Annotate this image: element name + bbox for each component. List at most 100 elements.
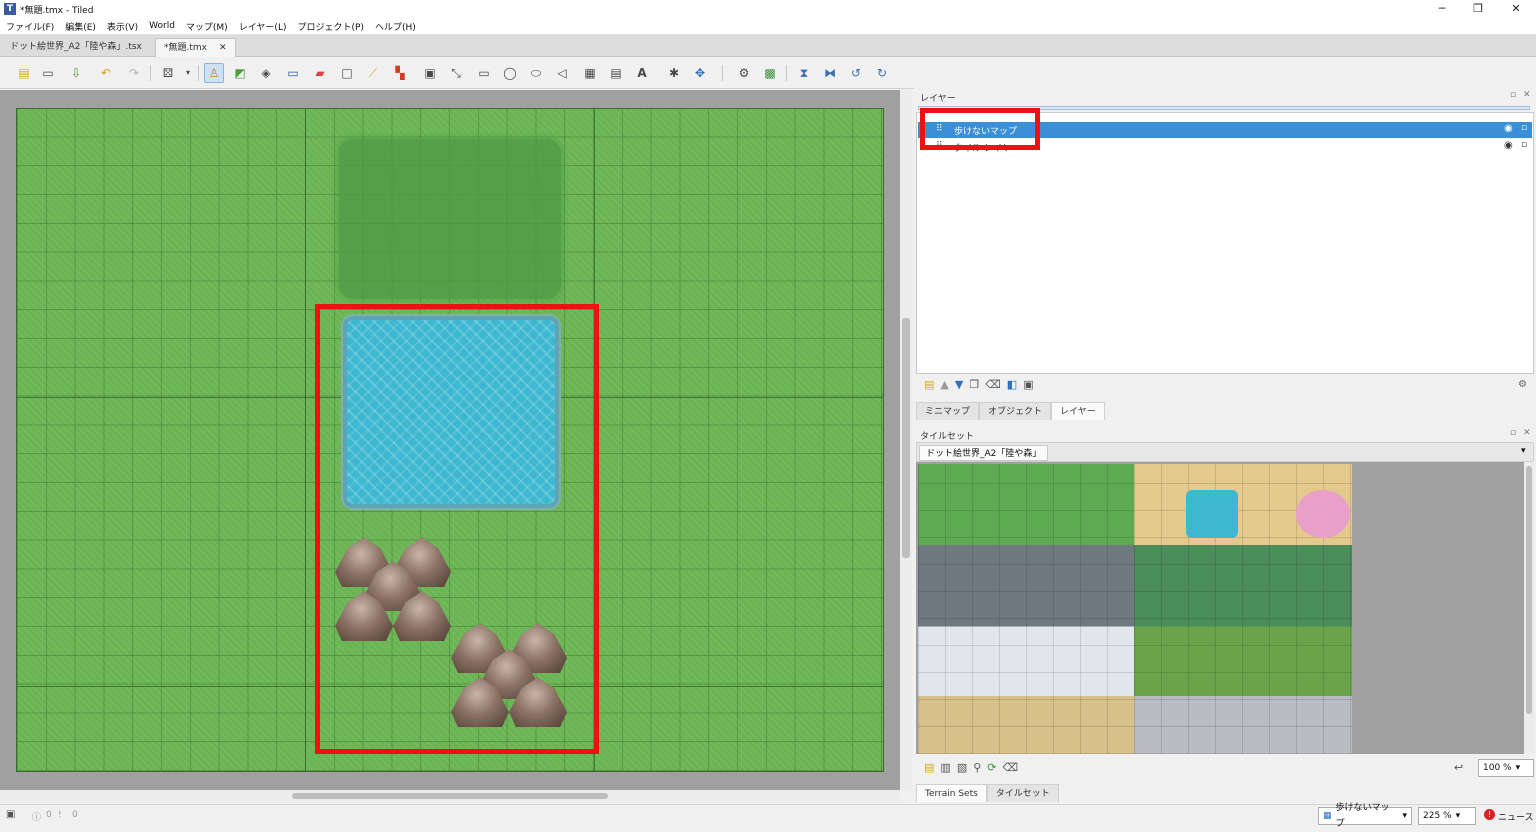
tileset-tab-bar: ドット絵世界_A2「陸や森」 ▾ bbox=[916, 442, 1534, 462]
rotate-right-icon[interactable]: ↻ bbox=[872, 63, 892, 83]
menu-file[interactable]: ファイル(F) bbox=[6, 20, 54, 33]
close-button[interactable]: ✕ bbox=[1498, 0, 1534, 18]
tileset-view[interactable] bbox=[916, 462, 1524, 754]
tab-tileset-file[interactable]: ドット絵世界_A2「陸や森」.tsx ✕ bbox=[2, 38, 169, 57]
menu-layer[interactable]: レイヤー(L) bbox=[239, 20, 287, 33]
menu-project[interactable]: プロジェクト(P) bbox=[297, 20, 363, 33]
float-panel-icon[interactable]: ▫ bbox=[1510, 428, 1516, 438]
raise-layer-icon[interactable]: ▲ bbox=[940, 378, 948, 391]
scroll-thumb[interactable] bbox=[1526, 466, 1532, 714]
rect-select-icon[interactable]: □ bbox=[337, 63, 357, 83]
insert-template-icon[interactable]: ▤ bbox=[606, 63, 626, 83]
menu-view[interactable]: 表示(V) bbox=[107, 20, 138, 33]
select-same-tile-icon[interactable]: ▚ bbox=[390, 63, 410, 83]
maximize-button[interactable]: ❐ bbox=[1460, 0, 1496, 18]
show-hide-layers-icon[interactable]: ◧ bbox=[1007, 378, 1017, 391]
tab-objects[interactable]: オブジェクト bbox=[979, 402, 1052, 420]
lower-layer-icon[interactable]: ▼ bbox=[955, 378, 963, 391]
delete-layer-icon[interactable]: ⌫ bbox=[985, 378, 1001, 391]
replace-tileset-icon[interactable]: ⟳ bbox=[987, 761, 996, 774]
water-tile[interactable] bbox=[1186, 490, 1238, 538]
tab-map-file[interactable]: *無題.tmx ✕ bbox=[155, 38, 236, 57]
edit-tileset-icon[interactable]: ⚲ bbox=[973, 761, 981, 774]
rotate-left-icon[interactable]: ↺ bbox=[846, 63, 866, 83]
map-horizontal-scrollbar[interactable] bbox=[0, 790, 900, 802]
float-panel-icon[interactable]: ▫ bbox=[1510, 90, 1516, 100]
insert-rectangle-icon[interactable]: ▭ bbox=[474, 63, 494, 83]
lock-icon[interactable]: ▫ bbox=[1521, 123, 1527, 133]
tab-tilesets[interactable]: タイルセット bbox=[986, 784, 1059, 802]
error-icon[interactable]: ⓘ bbox=[32, 810, 41, 823]
flip-vertical-icon[interactable]: ⧓ bbox=[820, 63, 840, 83]
embed-tileset-icon[interactable]: ▥ bbox=[940, 761, 950, 774]
scroll-thumb[interactable] bbox=[292, 793, 608, 799]
save-file-icon[interactable]: ⇩ bbox=[66, 63, 86, 83]
shape-fill-icon[interactable]: ▭ bbox=[283, 63, 303, 83]
insert-polygon-icon[interactable]: ◁ bbox=[552, 63, 572, 83]
redo-icon[interactable]: ↷ bbox=[124, 63, 144, 83]
map-vertical-scrollbar[interactable] bbox=[900, 90, 912, 790]
select-objects-icon[interactable]: ▣ bbox=[420, 63, 440, 83]
flip-horizontal-icon[interactable]: ⧗ bbox=[794, 63, 814, 83]
lock-layers-icon[interactable]: ▣ bbox=[1023, 378, 1033, 391]
eye-icon[interactable]: ◉ bbox=[1504, 123, 1513, 134]
magic-wand-icon[interactable]: ⟋ bbox=[363, 63, 383, 83]
export-tileset-icon[interactable]: ▧ bbox=[957, 761, 967, 774]
duplicate-layer-icon[interactable]: ❐ bbox=[969, 378, 979, 391]
terrain-brush-icon[interactable]: ◩ bbox=[230, 63, 250, 83]
menu-help[interactable]: ヘルプ(H) bbox=[375, 20, 416, 33]
bucket-fill-icon[interactable]: ◈ bbox=[256, 63, 276, 83]
lock-icon[interactable]: ▫ bbox=[1521, 140, 1527, 150]
chevron-down-icon[interactable]: ▾ bbox=[178, 63, 198, 83]
chevron-down-icon[interactable]: ▾ bbox=[1521, 446, 1526, 456]
move-world-icon[interactable]: ✥ bbox=[690, 63, 710, 83]
automap-icon[interactable]: ⚙ bbox=[734, 63, 754, 83]
title-bar: T *無題.tmx - Tiled ─ ❐ ✕ bbox=[0, 0, 1536, 18]
dynamic-wrap-icon[interactable]: ↩ bbox=[1454, 761, 1463, 774]
insert-ellipse-icon[interactable]: ⬭ bbox=[526, 63, 546, 83]
tab-minimap[interactable]: ミニマップ bbox=[916, 402, 980, 420]
console-icon[interactable]: ▣ bbox=[6, 809, 15, 820]
close-panel-icon[interactable]: ✕ bbox=[1523, 90, 1531, 100]
world-tool-icon[interactable]: ✱ bbox=[664, 63, 684, 83]
stamp-brush-icon[interactable]: ♙ bbox=[204, 63, 224, 83]
bottom-panel-tabs: Terrain Sets タイルセット bbox=[916, 784, 1059, 802]
minimize-button[interactable]: ─ bbox=[1424, 0, 1460, 18]
tab-terrain-sets[interactable]: Terrain Sets bbox=[916, 784, 987, 802]
close-icon[interactable]: ✕ bbox=[219, 39, 227, 57]
eye-icon[interactable]: ◉ bbox=[1504, 140, 1513, 151]
insert-tile-icon[interactable]: ▦ bbox=[580, 63, 600, 83]
menu-edit[interactable]: 編集(E) bbox=[65, 20, 96, 33]
undo-icon[interactable]: ↶ bbox=[96, 63, 116, 83]
current-layer-select[interactable]: ▦ 歩けないマップ ▾ bbox=[1318, 803, 1412, 829]
new-tileset-icon[interactable]: ▤ bbox=[924, 761, 934, 774]
remove-tileset-icon[interactable]: ⌫ bbox=[1003, 761, 1019, 774]
tab-label: *無題.tmx bbox=[164, 43, 207, 53]
cherry-tree-tile[interactable] bbox=[1296, 490, 1350, 538]
scroll-thumb[interactable] bbox=[902, 318, 910, 558]
tab-tileset-a2[interactable]: ドット絵世界_A2「陸や森」 bbox=[919, 445, 1049, 461]
warning-icon[interactable]: ! bbox=[58, 810, 62, 820]
settings-icon[interactable]: ⚙ bbox=[1518, 379, 1527, 390]
edit-polygons-icon[interactable]: ⤡ bbox=[446, 63, 466, 83]
tile-animation-icon[interactable]: ▩ bbox=[760, 63, 780, 83]
open-file-icon[interactable]: ▭ bbox=[38, 63, 58, 83]
menu-world[interactable]: World bbox=[149, 21, 175, 31]
tileset-vertical-scrollbar[interactable] bbox=[1524, 462, 1534, 754]
map-zoom-select[interactable]: 225 % ▾ bbox=[1418, 807, 1476, 825]
red-highlight-box bbox=[920, 108, 1040, 150]
insert-point-icon[interactable]: ◯ bbox=[500, 63, 520, 83]
terrain-tiles-left[interactable] bbox=[918, 464, 1134, 754]
new-file-icon[interactable]: ▤ bbox=[14, 63, 34, 83]
close-panel-icon[interactable]: ✕ bbox=[1523, 428, 1531, 438]
tileset-zoom-select[interactable]: 100 % ▾ bbox=[1478, 759, 1534, 777]
news-button[interactable]: ニュース bbox=[1498, 810, 1534, 823]
random-mode-icon[interactable]: ⚄ bbox=[158, 63, 178, 83]
tab-layers[interactable]: レイヤー bbox=[1051, 402, 1105, 420]
new-layer-icon[interactable]: ▤ bbox=[924, 378, 934, 391]
tab-label: ドット絵世界_A2「陸や森」.tsx bbox=[10, 42, 142, 52]
right-dock: レイヤー ▫ ✕ ⠿ 歩けないマップ ◉ ▫ ⠿ タイル レイヤー ◉ ▫ ▤ … bbox=[914, 88, 1536, 804]
eraser-icon[interactable]: ▰ bbox=[310, 63, 330, 83]
insert-text-icon[interactable]: A bbox=[632, 63, 652, 83]
menu-map[interactable]: マップ(M) bbox=[186, 20, 228, 33]
